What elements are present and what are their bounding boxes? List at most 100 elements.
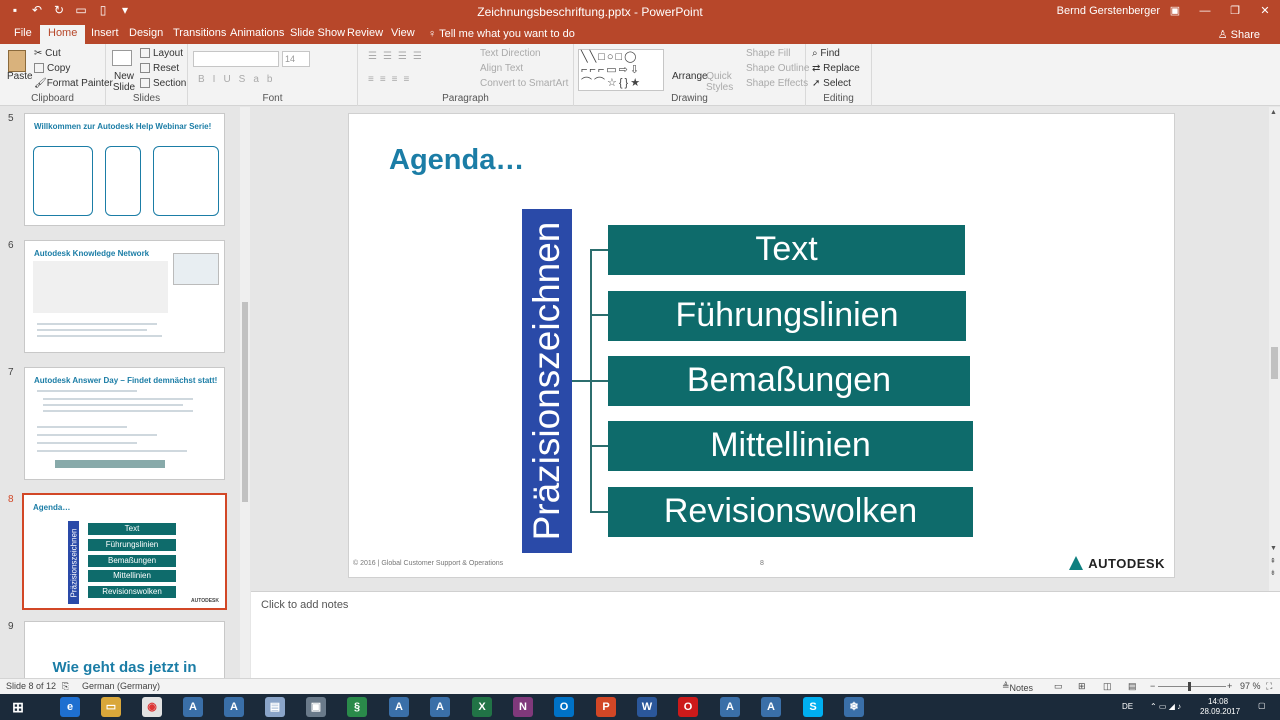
- new-doc-icon[interactable]: ▯: [96, 3, 110, 17]
- format-painter-button[interactable]: 🖌Format Painter: [34, 78, 113, 89]
- thumbnail-scroll-thumb[interactable]: [242, 302, 248, 502]
- slide-thumbnail-7[interactable]: Autodesk Answer Day – Findet demnächst s…: [24, 367, 225, 480]
- file-explorer-icon[interactable]: ▭: [101, 697, 121, 717]
- slide-sorter-icon[interactable]: ⊞: [1078, 681, 1086, 692]
- slide-thumbnail-8[interactable]: Agenda… Präzisionszeichnen Text Führungs…: [22, 493, 227, 610]
- language-indicator[interactable]: German (Germany): [82, 681, 160, 691]
- slide-thumbnail-6[interactable]: Autodesk Knowledge Network: [24, 240, 225, 353]
- tab-insert[interactable]: Insert: [83, 25, 127, 44]
- layout-button[interactable]: Layout: [140, 48, 183, 59]
- scroll-up-icon[interactable]: ▲: [1270, 109, 1277, 116]
- autocad-icon[interactable]: A: [761, 697, 781, 717]
- autocad-icon[interactable]: A: [389, 697, 409, 717]
- tab-design[interactable]: Design: [121, 25, 171, 44]
- redo-icon[interactable]: ↻: [52, 3, 66, 17]
- slide-thumbnail-9[interactable]: Wie geht das jetzt in: [24, 621, 225, 678]
- input-language[interactable]: DE: [1122, 702, 1133, 711]
- list-buttons[interactable]: ☰☰☰☰: [368, 51, 428, 62]
- editor-scroll-thumb[interactable]: [1271, 347, 1278, 379]
- reset-button[interactable]: Reset: [140, 63, 179, 74]
- onenote-icon[interactable]: N: [513, 697, 533, 717]
- skype-icon[interactable]: S: [803, 697, 823, 717]
- slide-title[interactable]: Agenda…: [389, 144, 524, 177]
- share-button[interactable]: ♙ Share: [1218, 28, 1260, 41]
- shape-effects-button[interactable]: Shape Effects: [746, 78, 808, 89]
- tab-view[interactable]: View: [383, 25, 423, 44]
- windows-start-icon[interactable]: ⊞: [8, 697, 28, 717]
- app-icon[interactable]: ▣: [306, 697, 326, 717]
- font-name-box[interactable]: [193, 51, 279, 67]
- app-icon[interactable]: ❄: [844, 697, 864, 717]
- ribbon-options-icon[interactable]: ▣: [1160, 0, 1190, 22]
- section-button[interactable]: Section: [140, 78, 186, 89]
- outlook-icon[interactable]: O: [554, 697, 574, 717]
- autocad-icon[interactable]: A: [430, 697, 450, 717]
- find-button[interactable]: ⌕ Find: [812, 48, 840, 59]
- restore-button[interactable]: ❐: [1220, 0, 1250, 22]
- agenda-item-revisionswolken[interactable]: Revisionswolken: [608, 487, 973, 537]
- notes-pane[interactable]: Click to add notes: [251, 591, 1280, 678]
- editor-scrollbar[interactable]: ▲ ▼ ⇞ ⇟: [1269, 107, 1280, 591]
- tab-home[interactable]: Home: [40, 25, 86, 44]
- zoom-level[interactable]: 97 %: [1240, 681, 1261, 691]
- present-icon[interactable]: ▭: [74, 3, 88, 17]
- quick-styles-button[interactable]: Quick Styles: [706, 71, 733, 93]
- select-button[interactable]: ➚ Select: [812, 78, 851, 89]
- font-size-box[interactable]: 14: [282, 51, 310, 67]
- slideshow-view-icon[interactable]: ▤: [1128, 681, 1137, 692]
- shape-fill-button[interactable]: Shape Fill: [746, 48, 790, 59]
- new-slide-button[interactable]: New Slide: [111, 71, 137, 93]
- internet-explorer-icon[interactable]: e: [60, 697, 80, 717]
- autocad-icon[interactable]: A: [183, 697, 203, 717]
- align-text-button[interactable]: Align Text: [480, 63, 523, 74]
- save-icon[interactable]: ▪: [8, 3, 22, 17]
- copy-button[interactable]: Copy: [34, 63, 70, 74]
- zoom-out-button[interactable]: −: [1150, 681, 1155, 691]
- fit-slide-icon[interactable]: ⛶: [1266, 681, 1272, 692]
- align-buttons[interactable]: ≡≡≡≡: [368, 74, 415, 85]
- clock-date[interactable]: 28.09.2017: [1200, 707, 1240, 716]
- powerpoint-icon[interactable]: P: [596, 697, 616, 717]
- tell-me-box[interactable]: ♀ Tell me what you want to do: [428, 28, 575, 40]
- excel-icon[interactable]: X: [472, 697, 492, 717]
- shapes-gallery[interactable]: ╲╲□○□◯ ⌐⌐⌐▭⇨⇩ ⌒⌒☆{}★: [578, 49, 664, 91]
- spellcheck-icon[interactable]: ⎘: [62, 681, 69, 692]
- agenda-item-bemassungen[interactable]: Bemaßungen: [608, 356, 970, 406]
- current-slide[interactable]: Agenda… Präzisionszeichnen Text Führungs…: [348, 113, 1175, 578]
- tab-file[interactable]: File: [6, 25, 40, 44]
- font-format-buttons[interactable]: BIUSab: [198, 74, 280, 85]
- agenda-item-mittellinien[interactable]: Mittellinien: [608, 421, 973, 471]
- agenda-item-fuehrungslinien[interactable]: Führungslinien: [608, 291, 966, 341]
- chrome-icon[interactable]: ◉: [142, 697, 162, 717]
- close-button[interactable]: ✕: [1250, 0, 1280, 22]
- next-slide-icon[interactable]: ⇟: [1270, 569, 1276, 577]
- paste-button[interactable]: Paste: [7, 71, 33, 82]
- autocad-icon[interactable]: A: [720, 697, 740, 717]
- previous-slide-icon[interactable]: ⇞: [1270, 557, 1276, 565]
- notifications-icon[interactable]: ▢: [1258, 701, 1266, 710]
- document-icon[interactable]: ▤: [265, 697, 285, 717]
- zoom-slider-thumb[interactable]: [1188, 682, 1191, 691]
- scroll-down-icon[interactable]: ▼: [1270, 545, 1277, 552]
- undo-icon[interactable]: ↶: [30, 3, 44, 17]
- user-name[interactable]: Bernd Gerstenberger: [1057, 5, 1160, 17]
- agenda-item-text[interactable]: Text: [608, 225, 965, 275]
- arrange-button[interactable]: Arrange: [672, 71, 708, 82]
- text-direction-button[interactable]: Text Direction: [480, 48, 541, 59]
- thumbnail-scrollbar[interactable]: [240, 107, 250, 678]
- autocad-icon[interactable]: A: [224, 697, 244, 717]
- slide-thumbnail-5[interactable]: Willkommen zur Autodesk Help Webinar Ser…: [24, 113, 225, 226]
- clock-time[interactable]: 14:08: [1208, 697, 1228, 706]
- zoom-slider[interactable]: [1158, 686, 1226, 687]
- word-icon[interactable]: W: [637, 697, 657, 717]
- zoom-in-button[interactable]: +: [1227, 681, 1232, 691]
- shape-outline-button[interactable]: Shape Outline: [746, 63, 809, 74]
- cut-button[interactable]: ✂ Cut: [34, 48, 61, 59]
- customize-icon[interactable]: ▾: [118, 3, 132, 17]
- app-icon[interactable]: §: [347, 697, 367, 717]
- replace-button[interactable]: ⇄ Replace: [812, 63, 860, 74]
- normal-view-icon[interactable]: ▭: [1054, 681, 1063, 692]
- minimize-button[interactable]: —: [1190, 0, 1220, 22]
- notes-toggle[interactable]: ≜ Notes: [1002, 681, 1033, 693]
- new-slide-icon[interactable]: [112, 50, 132, 66]
